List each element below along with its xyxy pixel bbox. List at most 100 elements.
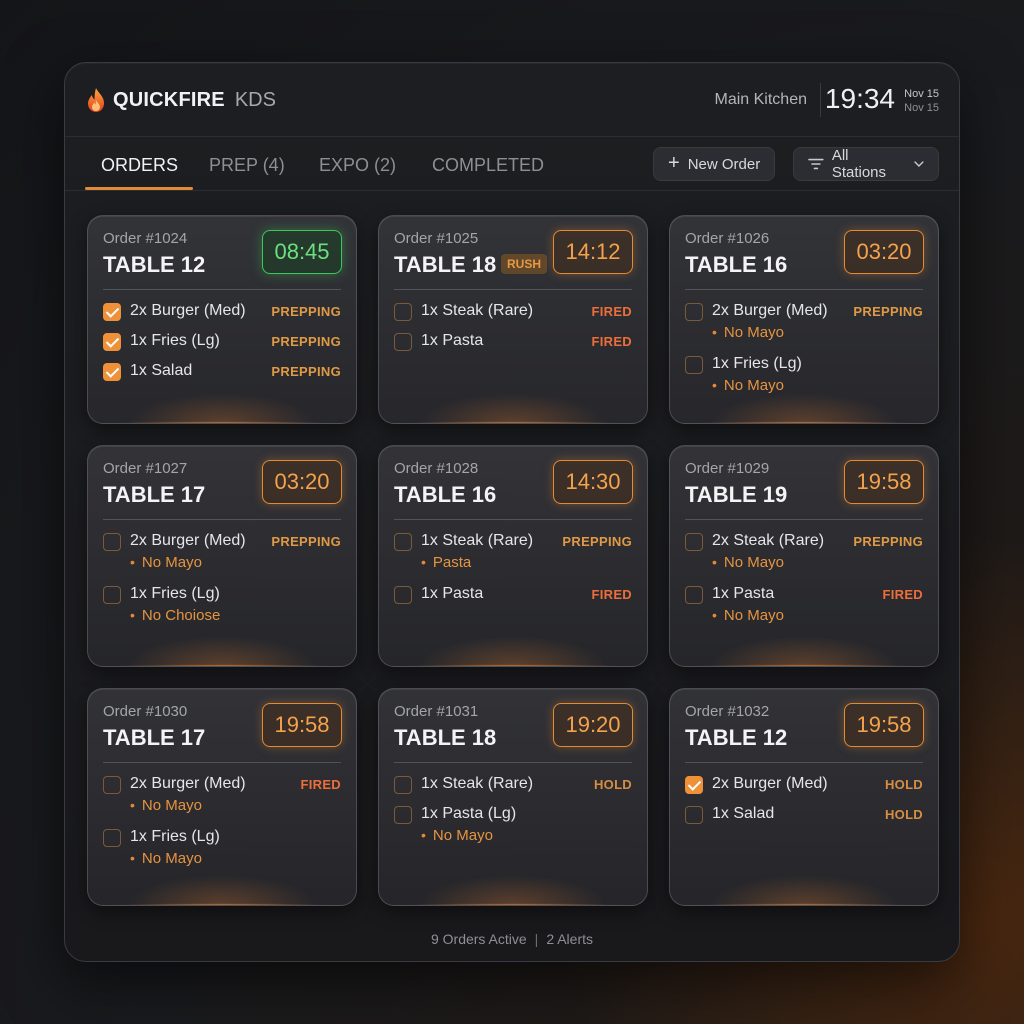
- order-timer: 19:58: [844, 460, 924, 504]
- item-status[interactable]: HOLD: [885, 777, 923, 792]
- order-timer: 03:20: [262, 460, 342, 504]
- filter-label: All Stations: [831, 147, 887, 181]
- kitchen-location[interactable]: Main Kitchen: [715, 91, 808, 109]
- order-card[interactable]: Order #1028 TABLE 16 14:30 1x Steak (Rare) P…: [378, 445, 648, 667]
- item-modifier: • No Mayo: [130, 797, 202, 817]
- item-checkbox[interactable]: [394, 533, 412, 551]
- item-name: 2x Burger (Med): [130, 775, 246, 792]
- order-card[interactable]: Order #1026 TABLE 16 03:20 2x Burger (Med) P…: [669, 215, 939, 424]
- logo: QUICKFIRE KDS: [85, 87, 276, 113]
- order-item: 1x Pasta FIRED: [394, 583, 632, 607]
- item-checkbox[interactable]: [103, 333, 121, 351]
- order-timer: 03:20: [844, 230, 924, 274]
- item-modifier: • No Mayo: [712, 607, 784, 627]
- item-status[interactable]: FIRED: [592, 334, 633, 349]
- date-line: Nov 15: [904, 88, 939, 100]
- card-divider: [103, 289, 341, 290]
- new-order-button[interactable]: + New Order: [653, 147, 776, 181]
- tab-orders[interactable]: ORDERS: [101, 155, 178, 176]
- tab-completed[interactable]: COMPLETED: [432, 155, 544, 176]
- item-status[interactable]: FIRED: [592, 304, 633, 319]
- item-checkbox[interactable]: [685, 806, 703, 824]
- order-item: 1x Fries (Lg): [103, 826, 341, 850]
- item-modifier: • No Mayo: [712, 554, 784, 574]
- order-item: 1x Steak (Rare) PREPPING: [394, 530, 632, 554]
- item-name: 2x Burger (Med): [130, 302, 246, 319]
- order-number: Order #1031: [394, 703, 479, 720]
- order-card[interactable]: Order #1030 TABLE 17 19:58 2x Burger (Med) F…: [87, 688, 357, 906]
- new-order-label: New Order: [687, 155, 761, 173]
- brand-name: QUICKFIRE: [113, 88, 225, 111]
- item-checkbox[interactable]: [685, 303, 703, 321]
- clock-date: Nov 15 Nov 15: [904, 87, 939, 115]
- item-checkbox[interactable]: [394, 586, 412, 604]
- item-checkbox[interactable]: [394, 303, 412, 321]
- tab-prep[interactable]: PREP (4): [209, 155, 285, 176]
- card-divider: [394, 519, 632, 520]
- modifier-text: No Mayo: [141, 850, 202, 867]
- item-checkbox[interactable]: [685, 533, 703, 551]
- order-card[interactable]: Order #1027 TABLE 17 03:20 2x Burger (Med) P…: [87, 445, 357, 667]
- card-glow: [419, 636, 607, 666]
- order-timer: 14:12: [553, 230, 633, 274]
- modifier-text: No Mayo: [723, 377, 784, 394]
- filter-icon: [808, 158, 824, 170]
- order-card[interactable]: Order #1032 TABLE 12 19:58 2x Burger (Med) H…: [669, 688, 939, 906]
- item-status[interactable]: FIRED: [301, 777, 342, 792]
- order-card[interactable]: Order #1025 TABLE 18 RUSH 14:12 1x Steak (Ra…: [378, 215, 648, 424]
- header: QUICKFIRE KDS Main Kitchen 19:34 Nov 15 …: [65, 63, 959, 137]
- item-modifier: • No Mayo: [712, 324, 784, 344]
- item-name: 1x Fries (Lg): [130, 585, 220, 602]
- item-checkbox[interactable]: [103, 533, 121, 551]
- item-status[interactable]: PREPPING: [853, 304, 923, 319]
- order-item: 2x Burger (Med) FIRED: [103, 773, 341, 797]
- item-checkbox[interactable]: [103, 586, 121, 604]
- order-timer: 14:30: [553, 460, 633, 504]
- card-glow: [710, 393, 898, 423]
- item-checkbox[interactable]: [103, 776, 121, 794]
- item-status[interactable]: PREPPING: [271, 364, 341, 379]
- item-checkbox[interactable]: [394, 333, 412, 351]
- item-name: 1x Pasta (Lg): [421, 805, 517, 822]
- alerts-count[interactable]: 2 Alerts: [546, 931, 593, 947]
- order-timer: 19:58: [262, 703, 342, 747]
- item-status[interactable]: PREPPING: [853, 534, 923, 549]
- order-number: Order #1026: [685, 230, 770, 247]
- item-name: 1x Pasta: [712, 585, 775, 602]
- item-checkbox[interactable]: [685, 586, 703, 604]
- item-checkbox[interactable]: [394, 806, 412, 824]
- item-status[interactable]: PREPPING: [271, 304, 341, 319]
- modifier-text: No Mayo: [141, 797, 202, 814]
- table-name: TABLE 16: [394, 482, 497, 507]
- item-checkbox[interactable]: [103, 829, 121, 847]
- item-name: 1x Pasta: [421, 585, 484, 602]
- item-checkbox[interactable]: [685, 776, 703, 794]
- item-status[interactable]: PREPPING: [271, 334, 341, 349]
- active-orders-count: 9 Orders Active: [430, 931, 527, 947]
- table-name: TABLE 18: [394, 725, 497, 750]
- item-checkbox[interactable]: [103, 303, 121, 321]
- order-card[interactable]: Order #1024 TABLE 12 08:45 2x Burger (Med) P…: [87, 215, 357, 424]
- item-modifier: • No Mayo: [130, 554, 202, 574]
- station-filter-dropdown[interactable]: All Stations: [793, 147, 939, 181]
- order-item: 2x Burger (Med) PREPPING: [685, 300, 923, 324]
- item-status[interactable]: FIRED: [883, 587, 924, 602]
- card-divider: [103, 519, 341, 520]
- order-card[interactable]: Order #1029 TABLE 19 19:58 2x Steak (Rare) P…: [669, 445, 939, 667]
- item-status[interactable]: PREPPING: [562, 534, 632, 549]
- item-status[interactable]: HOLD: [885, 807, 923, 822]
- card-divider: [394, 289, 632, 290]
- tab-expo[interactable]: EXPO (2): [319, 155, 396, 176]
- item-checkbox[interactable]: [685, 356, 703, 374]
- plus-icon: +: [668, 152, 680, 174]
- item-checkbox[interactable]: [394, 776, 412, 794]
- order-card[interactable]: Order #1031 TABLE 18 19:20 1x Steak (Rare) H…: [378, 688, 648, 906]
- item-status[interactable]: PREPPING: [271, 534, 341, 549]
- item-status[interactable]: HOLD: [594, 777, 632, 792]
- item-checkbox[interactable]: [103, 363, 121, 381]
- order-item: 1x Fries (Lg) PREPPING: [103, 330, 341, 354]
- item-modifier: • No Mayo: [712, 377, 784, 397]
- card-divider: [394, 762, 632, 763]
- item-status[interactable]: FIRED: [592, 587, 633, 602]
- item-name: 1x Fries (Lg): [130, 828, 220, 845]
